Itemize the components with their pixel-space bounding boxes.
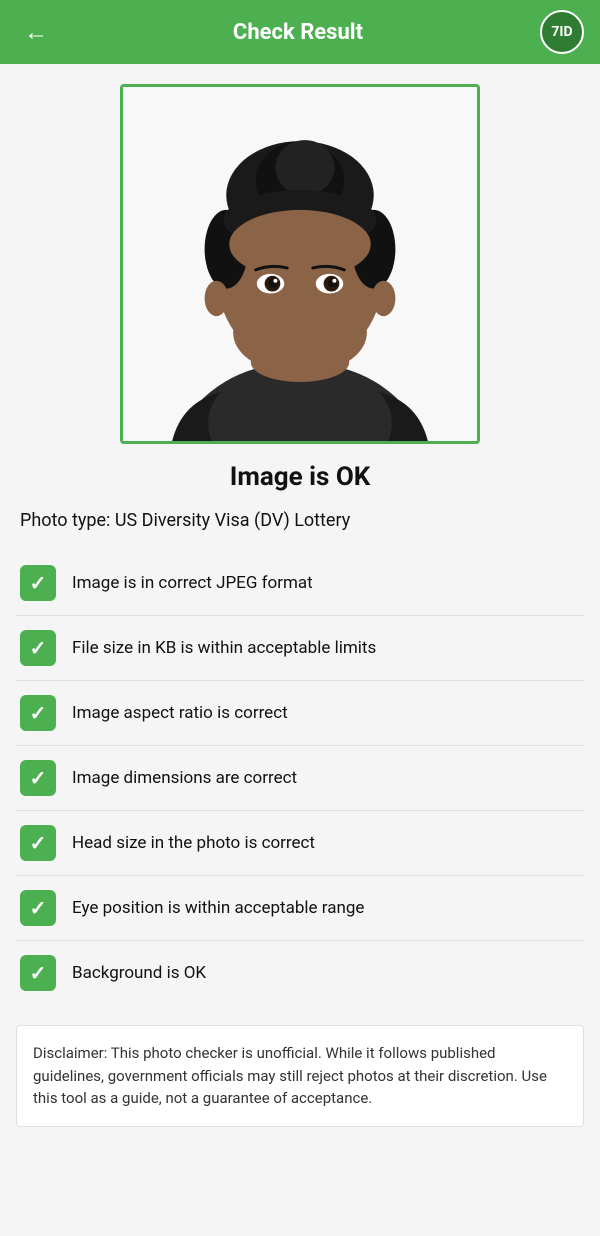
app-logo: 7ID — [540, 10, 584, 54]
photo-type-label: Photo type: US Diversity Visa (DV) Lotte… — [16, 510, 584, 531]
photo-svg — [123, 87, 477, 441]
check-text-eyeposition: Eye position is within acceptable range — [72, 898, 364, 918]
check-item-background: Background is OK — [16, 941, 584, 1005]
check-item-eyeposition: Eye position is within acceptable range — [16, 876, 584, 941]
app-header: ← Check Result 7ID — [0, 0, 600, 64]
check-text-dimensions: Image dimensions are correct — [72, 768, 297, 788]
check-icon-format — [20, 565, 56, 601]
check-icon-aspect — [20, 695, 56, 731]
check-list: Image is in correct JPEG format File siz… — [16, 551, 584, 1005]
main-content: Image is OK Photo type: US Diversity Vis… — [0, 64, 600, 1147]
status-title: Image is OK — [16, 462, 584, 492]
check-icon-dimensions — [20, 760, 56, 796]
check-item-format: Image is in correct JPEG format — [16, 551, 584, 616]
check-text-headsize: Head size in the photo is correct — [72, 833, 315, 853]
passport-photo — [123, 87, 477, 441]
check-icon-headsize — [20, 825, 56, 861]
check-icon-eyeposition — [20, 890, 56, 926]
check-item-dimensions: Image dimensions are correct — [16, 746, 584, 811]
disclaimer-box: Disclaimer: This photo checker is unoffi… — [16, 1025, 584, 1127]
check-text-filesize: File size in KB is within acceptable lim… — [72, 638, 376, 658]
disclaimer-text: Disclaimer: This photo checker is unoffi… — [33, 1044, 547, 1107]
check-icon-background — [20, 955, 56, 991]
check-text-format: Image is in correct JPEG format — [72, 573, 313, 593]
page-title: Check Result — [56, 20, 540, 45]
check-item-headsize: Head size in the photo is correct — [16, 811, 584, 876]
check-text-background: Background is OK — [72, 963, 206, 983]
check-item-aspect: Image aspect ratio is correct — [16, 681, 584, 746]
check-icon-filesize — [20, 630, 56, 666]
back-button[interactable]: ← — [16, 10, 56, 55]
photo-frame — [120, 84, 480, 444]
check-text-aspect: Image aspect ratio is correct — [72, 703, 288, 723]
check-item-filesize: File size in KB is within acceptable lim… — [16, 616, 584, 681]
photo-container — [16, 84, 584, 444]
